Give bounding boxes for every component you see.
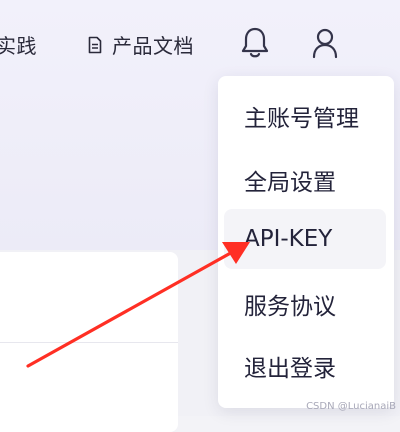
watermark-text: CSDN @LucianaiB xyxy=(306,401,396,412)
annotation-arrow xyxy=(26,242,250,368)
